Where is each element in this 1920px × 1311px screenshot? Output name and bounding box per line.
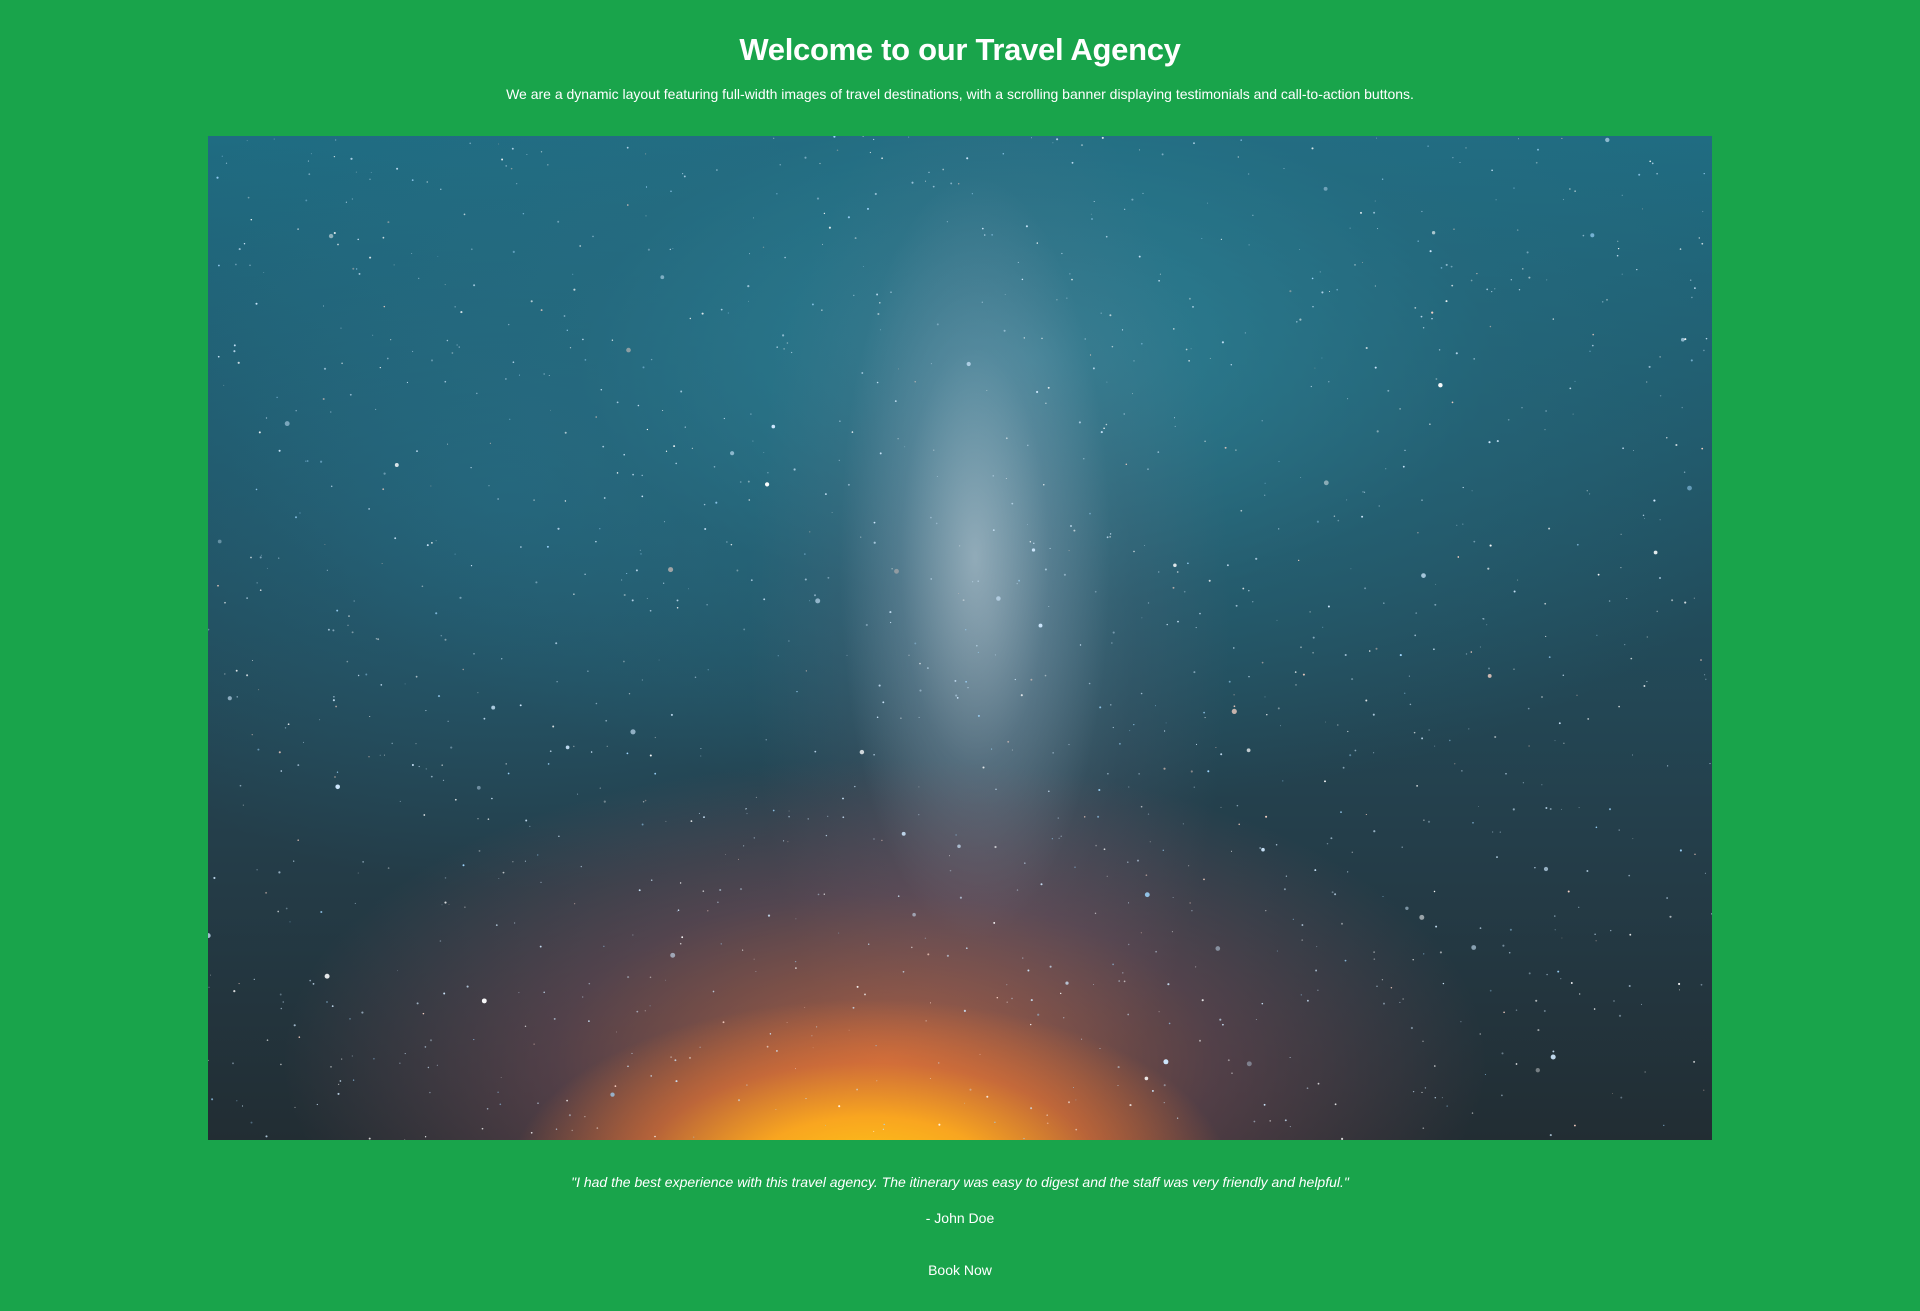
starfield: [208, 136, 1712, 1140]
testimonial-quote: "I had the best experience with this tra…: [571, 1174, 1349, 1190]
page-title: Welcome to our Travel Agency: [739, 32, 1181, 67]
page-subtitle: We are a dynamic layout featuring full-w…: [506, 86, 1414, 102]
book-now-button[interactable]: Book Now: [910, 1258, 1010, 1282]
page: Welcome to our Travel Agency We are a dy…: [0, 0, 1920, 1311]
testimonial-author: - John Doe: [925, 1210, 995, 1226]
hero-image: [208, 136, 1712, 1140]
